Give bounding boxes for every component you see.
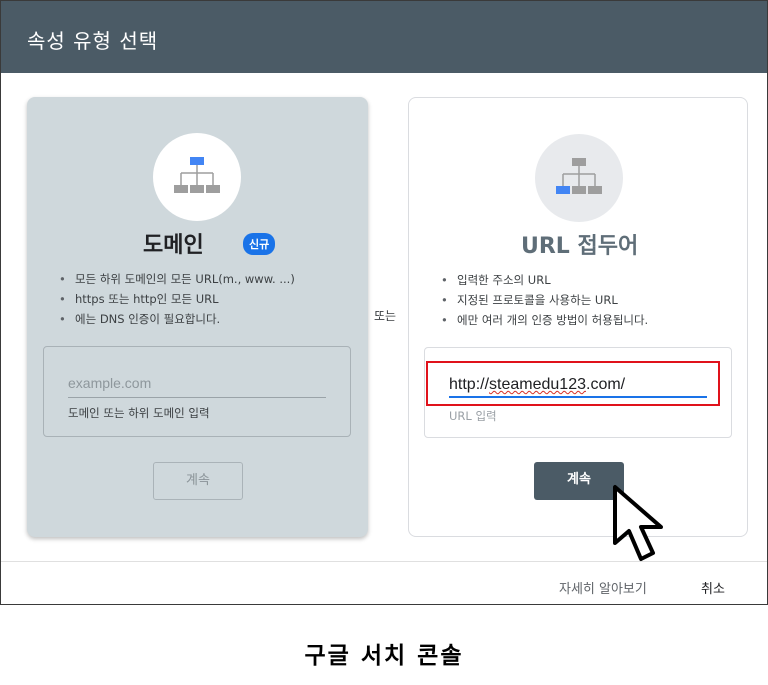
url-card-title: URL 접두어 bbox=[521, 234, 639, 259]
domain-input-helper: 도메인 또는 하위 도메인 입력 bbox=[68, 406, 210, 420]
domain-continue-button[interactable]: 계속 bbox=[153, 462, 243, 500]
cancel-button[interactable]: 취소 bbox=[701, 578, 725, 597]
new-badge: 신규 bbox=[243, 233, 276, 255]
or-label: 또는 bbox=[374, 309, 397, 323]
learn-more-link[interactable]: 자세히 알아보기 bbox=[559, 578, 647, 597]
highlight-box bbox=[426, 361, 720, 406]
domain-input[interactable]: example.com bbox=[68, 375, 151, 391]
dialog-title: 속성 유형 선택 bbox=[27, 29, 159, 53]
url-input-helper: URL 입력 bbox=[449, 409, 497, 423]
list-item: https 또는 http인 모든 URL bbox=[55, 289, 295, 309]
url-icon-circle bbox=[535, 134, 623, 222]
list-item: 모든 하위 도메인의 모든 URL(m., www. ...) bbox=[55, 269, 295, 289]
domain-input-underline bbox=[68, 397, 326, 398]
list-item: 에는 DNS 인증이 필요합니다. bbox=[55, 309, 295, 329]
domain-bullet-list: 모든 하위 도메인의 모든 URL(m., www. ...) https 또는… bbox=[55, 269, 295, 329]
list-item: 에만 여러 개의 인증 방법이 허용됩니다. bbox=[437, 310, 648, 330]
domain-card-title: 도메인 bbox=[143, 233, 204, 258]
list-item: 지정된 프로토콜을 사용하는 URL bbox=[437, 290, 648, 310]
url-bullet-list: 입력한 주소의 URL 지정된 프로토콜을 사용하는 URL 에만 여러 개의 … bbox=[437, 270, 648, 330]
image-caption: 구글 서치 콘솔 bbox=[304, 643, 464, 669]
list-item: 입력한 주소의 URL bbox=[437, 270, 648, 290]
url-prefix-card[interactable]: URL 접두어 입력한 주소의 URL 지정된 프로토콜을 사용하는 URL 에… bbox=[408, 97, 748, 537]
select-property-type-dialog: 속성 유형 선택 도메인 신규 모든 하위 도메인의 모든 URL(m., ww… bbox=[0, 0, 768, 605]
sitemap-icon bbox=[174, 157, 220, 193]
domain-input-box: example.com 도메인 또는 하위 도메인 입력 bbox=[43, 346, 351, 437]
domain-card[interactable]: 도메인 신규 모든 하위 도메인의 모든 URL(m., www. ...) h… bbox=[27, 97, 368, 537]
dialog-header: 속성 유형 선택 bbox=[1, 1, 767, 73]
mouse-pointer-icon bbox=[613, 485, 663, 561]
sitemap-icon bbox=[556, 158, 602, 194]
domain-icon-circle bbox=[153, 133, 241, 221]
